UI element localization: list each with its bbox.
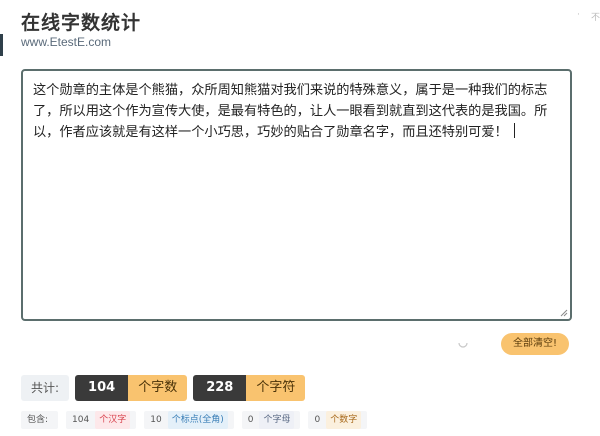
symbol-count-badge: 228 个字符 bbox=[193, 375, 306, 401]
clear-all-button[interactable]: 全部清空! bbox=[501, 333, 569, 355]
details-label: 包含: bbox=[27, 415, 49, 425]
detail-punctuation: 10 个标点(全角) bbox=[144, 411, 234, 429]
detail-letters: 0 个字母 bbox=[241, 411, 301, 429]
details-label-chip: 包含: bbox=[21, 411, 59, 429]
symbol-count-unit: 个字符 bbox=[246, 375, 306, 401]
symbol-count-value: 228 bbox=[193, 375, 247, 401]
left-accent-bar bbox=[0, 34, 3, 56]
text-caret bbox=[513, 123, 515, 138]
resize-grip-icon[interactable] bbox=[560, 309, 568, 317]
detail-unit: 个字母 bbox=[259, 411, 295, 429]
detail-count: 0 bbox=[314, 415, 321, 425]
detail-chinese-chars: 104 个汉字 bbox=[66, 411, 137, 429]
corner-label: 不 bbox=[591, 13, 600, 23]
char-count-unit: 个字数 bbox=[128, 375, 188, 401]
text-input-area[interactable]: 这个勋章的主体是个熊猫，众所周知熊猫对我们来说的特殊意义，属于是一种我们的标志了… bbox=[21, 69, 572, 321]
details-row: 包含: 104 个汉字 10 个标点(全角) 0 个字母 0 个数字 bbox=[21, 411, 375, 429]
text-content: 这个勋章的主体是个熊猫，众所周知熊猫对我们来说的特殊意义，属于是一种我们的标志了… bbox=[33, 83, 548, 140]
char-count-badge: 104 个字数 bbox=[75, 375, 188, 401]
totals-label: 共计: bbox=[21, 375, 70, 401]
detail-count: 10 bbox=[150, 415, 162, 425]
page-title: 在线字数统计 bbox=[21, 12, 142, 34]
detail-count: 104 bbox=[72, 415, 90, 425]
detail-unit: 个数字 bbox=[326, 411, 362, 429]
char-count-value: 104 bbox=[75, 375, 129, 401]
dot-icon: · bbox=[577, 10, 580, 20]
totals-row: 共计: 104 个字数 228 个字符 bbox=[21, 375, 311, 401]
detail-count: 0 bbox=[247, 415, 254, 425]
loading-spinner-icon bbox=[458, 342, 468, 348]
detail-unit: 个汉字 bbox=[95, 411, 131, 429]
site-url-link[interactable]: www.EtestE.com bbox=[21, 35, 111, 49]
detail-unit: 个标点(全角) bbox=[167, 411, 228, 429]
detail-digits: 0 个数字 bbox=[308, 411, 368, 429]
